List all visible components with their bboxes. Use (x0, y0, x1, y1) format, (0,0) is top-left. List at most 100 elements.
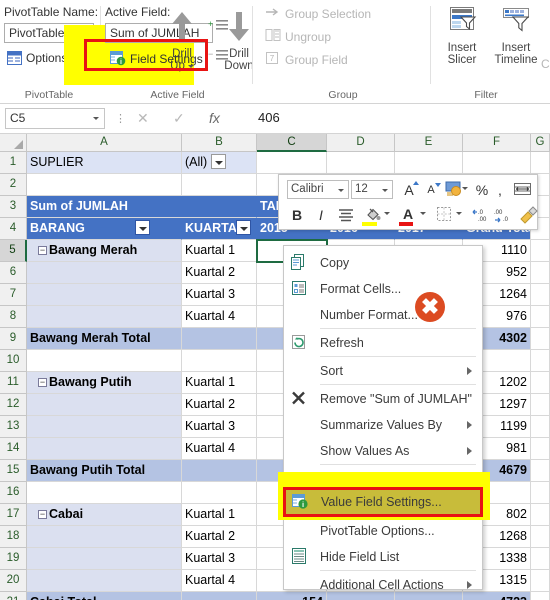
cell-g7[interactable] (531, 284, 550, 306)
cell-a17[interactable]: Cabai (27, 504, 182, 526)
cell-b9[interactable] (182, 328, 257, 350)
context-menu-item-remove-field[interactable]: Remove "Sum of JUMLAH" (284, 386, 482, 412)
cell-d1[interactable] (327, 152, 395, 174)
cell-a6[interactable] (27, 262, 182, 284)
cell-a7[interactable] (27, 284, 182, 306)
cell-b14[interactable]: Kuartal 4 (182, 438, 257, 460)
cell-a11[interactable]: Bawang Putih (27, 372, 182, 394)
column-header-b[interactable]: B (182, 134, 257, 152)
cell-g15[interactable] (531, 460, 550, 482)
row-header-16[interactable]: 16 (0, 482, 27, 504)
insert-function-icon[interactable]: fx (209, 110, 220, 126)
font-size-select[interactable]: 12 (351, 180, 393, 199)
context-menu-item-refresh[interactable]: Refresh (284, 330, 482, 356)
cell-g14[interactable] (531, 438, 550, 460)
group-selection-button[interactable]: Group Selection (262, 4, 374, 23)
expand-field-button[interactable]: + (208, 18, 230, 39)
collapse-cabai-icon[interactable]: − (38, 510, 47, 519)
row-header-11[interactable]: 11 (0, 372, 27, 394)
fill-color-button[interactable] (361, 203, 390, 226)
cell-b8[interactable]: Kuartal 4 (182, 306, 257, 328)
cell-a1[interactable]: SUPLIER (27, 152, 182, 174)
context-menu-item-hide-field-list[interactable]: Hide Field List (284, 544, 482, 570)
chevron-down-icon[interactable] (456, 212, 462, 215)
column-header-d[interactable]: D (327, 134, 395, 152)
cell-g12[interactable] (531, 394, 550, 416)
cell-a5[interactable]: Bawang Merah (27, 240, 182, 262)
ungroup-button[interactable]: Ungroup (262, 27, 334, 46)
cell-b10[interactable] (182, 350, 257, 372)
cell-a8[interactable] (27, 306, 182, 328)
font-name-select[interactable]: Calibri (287, 180, 349, 199)
cell-f1[interactable] (463, 152, 531, 174)
context-menu-item-additional-cell-actions[interactable]: Additional Cell Actions (284, 572, 482, 598)
cell-e1[interactable] (395, 152, 463, 174)
borders-button[interactable] (433, 204, 462, 224)
context-menu-item-sort[interactable]: Sort (284, 358, 482, 384)
cell-a9[interactable]: Bawang Merah Total (27, 328, 182, 350)
decrease-decimal-button[interactable]: .0.00 (469, 205, 491, 225)
cell-g16[interactable] (531, 482, 550, 504)
chevron-down-icon[interactable] (338, 189, 344, 192)
row-header-10[interactable]: 10 (0, 350, 27, 372)
row-header-2[interactable]: 2 (0, 174, 27, 196)
shrink-font-button[interactable]: A (421, 180, 441, 199)
column-header-g[interactable]: G (531, 134, 550, 152)
cell-g10[interactable] (531, 350, 550, 372)
row-header-12[interactable]: 12 (0, 394, 27, 416)
cell-a21[interactable]: Cabai Total (27, 592, 182, 600)
cell-b6[interactable]: Kuartal 2 (182, 262, 257, 284)
cell-b7[interactable]: Kuartal 3 (182, 284, 257, 306)
percent-style-button[interactable]: % (473, 180, 491, 199)
bold-button[interactable]: B (287, 205, 307, 225)
cell-g5[interactable] (531, 240, 550, 262)
row-header-19[interactable]: 19 (0, 548, 27, 570)
cell-b18[interactable]: Kuartal 2 (182, 526, 257, 548)
center-align-button[interactable] (335, 205, 357, 225)
name-box[interactable]: C5 (5, 108, 105, 129)
cell-g18[interactable] (531, 526, 550, 548)
chevron-down-icon[interactable] (420, 212, 426, 215)
context-menu-item-number-format[interactable]: Number Format... (284, 302, 482, 328)
cell-b13[interactable]: Kuartal 3 (182, 416, 257, 438)
row-header-3[interactable]: 3 (0, 196, 27, 218)
context-menu-item-pivottable-options[interactable]: PivotTable Options... (284, 518, 482, 544)
cell-g6[interactable] (531, 262, 550, 284)
cell-b5[interactable]: Kuartal 1 (182, 240, 257, 262)
context-menu-item-copy[interactable]: Copy (284, 250, 482, 276)
group-field-button[interactable]: 7 Group Field (262, 50, 351, 69)
merge-cells-button[interactable] (511, 179, 533, 199)
cell-a18[interactable] (27, 526, 182, 548)
context-menu-item-show-values-as[interactable]: Show Values As (284, 438, 482, 464)
cell-b17[interactable]: Kuartal 1 (182, 504, 257, 526)
row-header-6[interactable]: 6 (0, 262, 27, 284)
row-header-9[interactable]: 9 (0, 328, 27, 350)
context-menu-item-format-cells[interactable]: Format Cells... (284, 276, 482, 302)
row-header-8[interactable]: 8 (0, 306, 27, 328)
cell-g8[interactable] (531, 306, 550, 328)
insert-timeline-button[interactable]: Insert Timeline (486, 6, 546, 67)
cell-a19[interactable] (27, 548, 182, 570)
column-header-f[interactable]: F (463, 134, 531, 152)
comma-style-button[interactable]: , (493, 180, 507, 199)
cell-a16[interactable] (27, 482, 182, 504)
kuartal-filter-dropdown[interactable] (236, 220, 251, 235)
formula-input[interactable]: 406 (253, 108, 545, 129)
cell-a10[interactable] (27, 350, 182, 372)
cell-b11[interactable]: Kuartal 1 (182, 372, 257, 394)
select-all-corner[interactable] (0, 134, 27, 152)
row-header-18[interactable]: 18 (0, 526, 27, 548)
cell-b20[interactable]: Kuartal 4 (182, 570, 257, 592)
cancel-icon[interactable]: ✕ (137, 110, 149, 127)
cell-b21[interactable] (182, 592, 257, 600)
cell-b19[interactable]: Kuartal 3 (182, 548, 257, 570)
cell-a13[interactable] (27, 416, 182, 438)
cell-a14[interactable] (27, 438, 182, 460)
supplier-filter-dropdown[interactable] (211, 154, 226, 169)
font-color-button[interactable]: A (397, 203, 426, 226)
accounting-format-button[interactable] (443, 179, 468, 199)
row-header-4[interactable]: 4 (0, 218, 27, 240)
italic-button[interactable]: I (311, 205, 331, 225)
row-header-21[interactable]: 21 (0, 592, 27, 600)
column-header-c[interactable]: C (257, 134, 327, 152)
